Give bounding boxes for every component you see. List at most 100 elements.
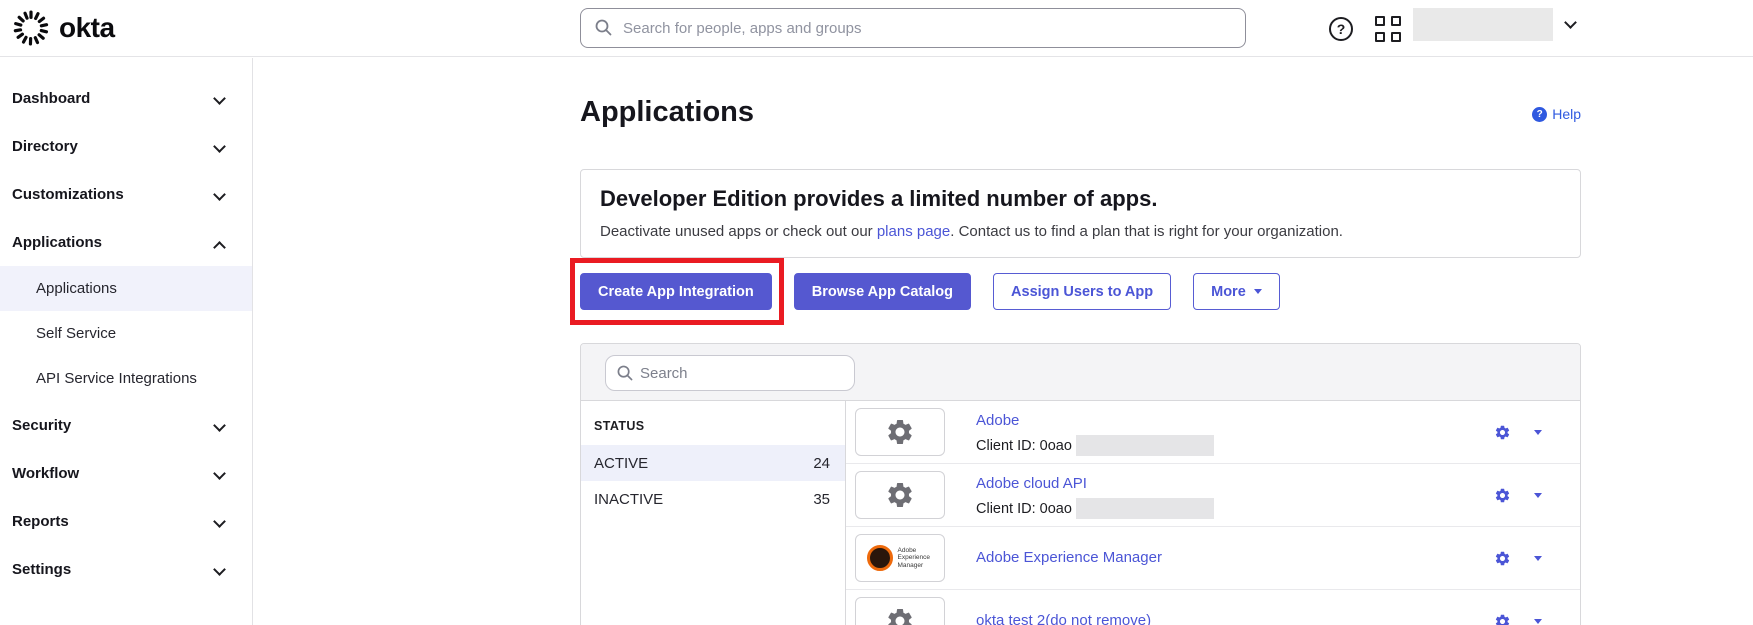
chevron-up-icon bbox=[213, 241, 226, 254]
chevron-down-icon bbox=[213, 188, 226, 201]
search-icon bbox=[595, 19, 612, 36]
sidebar-item-label: Workflow bbox=[12, 464, 80, 482]
app-link[interactable]: okta test 2(do not remove) bbox=[976, 612, 1151, 625]
table-row-adobe-cloud-api: Adobe cloud API Client ID: 0oao bbox=[846, 464, 1580, 527]
app-logo-box bbox=[855, 597, 945, 625]
sidebar-item-label: Directory bbox=[12, 137, 78, 155]
chevron-down-icon bbox=[213, 467, 226, 480]
more-button[interactable]: More bbox=[1193, 273, 1280, 310]
sidebar-item-applications[interactable]: Applications bbox=[0, 218, 252, 266]
chevron-down-icon bbox=[213, 515, 226, 528]
sidebar-nav: Dashboard Directory Customizations Appli… bbox=[0, 58, 253, 625]
client-id-label: Client ID: 0oao bbox=[976, 500, 1072, 517]
page-title: Applications bbox=[580, 96, 755, 128]
assign-users-to-app-button[interactable]: Assign Users to App bbox=[993, 273, 1172, 310]
sidebar-item-customizations[interactable]: Customizations bbox=[0, 170, 252, 218]
plans-page-link[interactable]: plans page bbox=[877, 223, 950, 240]
help-info-icon: ? bbox=[1532, 106, 1548, 122]
apps-grid-icon[interactable] bbox=[1375, 16, 1401, 42]
aem-logo-icon bbox=[866, 545, 893, 571]
client-id-label: Client ID: 0oao bbox=[976, 437, 1072, 454]
sidebar-subitem-label: Self Service bbox=[36, 325, 117, 342]
app-settings-gear-icon[interactable] bbox=[1494, 613, 1511, 625]
banner-text: Deactivate unused apps or check out our … bbox=[600, 223, 1561, 240]
app-link[interactable]: Adobe bbox=[976, 412, 1019, 429]
app-logo-box: Adobe Experience Manager bbox=[855, 534, 945, 582]
sidebar-item-workflow[interactable]: Workflow bbox=[0, 449, 252, 497]
table-row-okta-test: okta test 2(do not remove) bbox=[846, 590, 1580, 625]
app-settings-gear-icon[interactable] bbox=[1494, 487, 1511, 504]
more-button-label: More bbox=[1211, 283, 1246, 300]
sidebar-item-label: Dashboard bbox=[12, 89, 91, 107]
app-settings-gear-icon[interactable] bbox=[1494, 550, 1511, 567]
applications-table: STATUS ACTIVE 24 INACTIVE 35 bbox=[580, 343, 1581, 625]
status-filter-count: 24 bbox=[813, 454, 830, 472]
account-chevron-down-icon[interactable] bbox=[1564, 16, 1577, 29]
status-filter-inactive[interactable]: INACTIVE 35 bbox=[581, 481, 845, 517]
help-link[interactable]: ? Help bbox=[1532, 106, 1581, 122]
status-column-header: STATUS bbox=[594, 419, 645, 433]
sidebar-item-dashboard[interactable]: Dashboard bbox=[0, 74, 252, 122]
table-row-adobe-experience-manager: Adobe Experience Manager Adobe Experienc… bbox=[846, 527, 1580, 590]
status-filter-column: STATUS ACTIVE 24 INACTIVE 35 bbox=[581, 401, 846, 625]
applications-list: Adobe Client ID: 0oao Adobe cloud API Cl… bbox=[846, 401, 1580, 625]
app-actions-caret-icon[interactable] bbox=[1534, 556, 1542, 561]
developer-edition-banner: Developer Edition provides a limited num… bbox=[580, 169, 1581, 258]
sidebar-item-label: Security bbox=[12, 416, 72, 434]
aem-logo: Adobe Experience Manager bbox=[866, 545, 934, 571]
sidebar-item-label: Customizations bbox=[12, 185, 124, 203]
status-filter-label: ACTIVE bbox=[594, 454, 649, 472]
table-header-band bbox=[581, 344, 1580, 401]
sidebar-item-reports[interactable]: Reports bbox=[0, 497, 252, 545]
app-settings-gear-icon[interactable] bbox=[1494, 424, 1511, 441]
sidebar-item-label: Reports bbox=[12, 512, 69, 530]
sidebar-item-label: Applications bbox=[12, 233, 103, 251]
chevron-down-icon bbox=[213, 92, 226, 105]
help-circle-icon[interactable]: ? bbox=[1329, 17, 1353, 41]
sidebar-item-settings[interactable]: Settings bbox=[0, 545, 252, 593]
app-actions-caret-icon[interactable] bbox=[1534, 619, 1542, 624]
dropdown-caret-icon bbox=[1253, 289, 1262, 294]
global-search bbox=[580, 8, 1246, 48]
browse-app-catalog-button[interactable]: Browse App Catalog bbox=[793, 273, 972, 310]
app-actions-caret-icon[interactable] bbox=[1534, 430, 1542, 435]
sidebar-item-directory[interactable]: Directory bbox=[0, 122, 252, 170]
sidebar-subitem-label: Applications bbox=[36, 280, 117, 297]
redacted-user-info bbox=[1413, 8, 1553, 41]
sidebar-item-label: Settings bbox=[12, 560, 72, 578]
app-actions-caret-icon[interactable] bbox=[1534, 493, 1542, 498]
gear-app-icon bbox=[888, 420, 912, 444]
client-id-line: Client ID: 0oao bbox=[976, 435, 1214, 456]
sidebar-subitem-label: API Service Integrations bbox=[36, 370, 197, 387]
gear-app-icon bbox=[888, 609, 912, 625]
table-row-adobe: Adobe Client ID: 0oao bbox=[846, 401, 1580, 464]
table-search-input[interactable] bbox=[640, 356, 845, 390]
sidebar-item-security[interactable]: Security bbox=[0, 401, 252, 449]
app-link[interactable]: Adobe Experience Manager bbox=[976, 549, 1162, 566]
okta-burst-icon bbox=[13, 10, 49, 46]
okta-wordmark: okta bbox=[59, 12, 115, 43]
chevron-down-icon bbox=[213, 563, 226, 576]
status-filter-label: INACTIVE bbox=[594, 490, 664, 508]
banner-text-before: Deactivate unused apps or check out our bbox=[600, 223, 877, 240]
global-search-input[interactable] bbox=[623, 9, 1233, 47]
app-logo-box bbox=[855, 471, 945, 519]
app-link[interactable]: Adobe cloud API bbox=[976, 475, 1087, 492]
aem-logo-text: Adobe Experience Manager bbox=[897, 546, 931, 569]
banner-title: Developer Edition provides a limited num… bbox=[600, 186, 1158, 211]
help-link-label: Help bbox=[1552, 106, 1581, 122]
okta-logo[interactable]: okta bbox=[12, 9, 115, 47]
create-app-integration-button[interactable]: Create App Integration bbox=[580, 273, 772, 310]
status-filter-count: 35 bbox=[813, 490, 830, 508]
sidebar-subitem-self-service[interactable]: Self Service bbox=[0, 311, 252, 356]
status-filter-active[interactable]: ACTIVE 24 bbox=[581, 445, 845, 481]
redacted-client-id bbox=[1075, 498, 1214, 519]
main-content: Applications ? Help Developer Edition pr… bbox=[253, 58, 1753, 625]
gear-app-icon bbox=[888, 483, 912, 507]
sidebar-subitem-api-service-integrations[interactable]: API Service Integrations bbox=[0, 356, 252, 401]
banner-text-after: . Contact us to find a plan that is righ… bbox=[950, 223, 1343, 240]
redacted-client-id bbox=[1075, 435, 1214, 456]
table-search bbox=[605, 355, 855, 391]
sidebar-subitem-applications[interactable]: Applications bbox=[0, 266, 252, 311]
chevron-down-icon bbox=[213, 419, 226, 432]
